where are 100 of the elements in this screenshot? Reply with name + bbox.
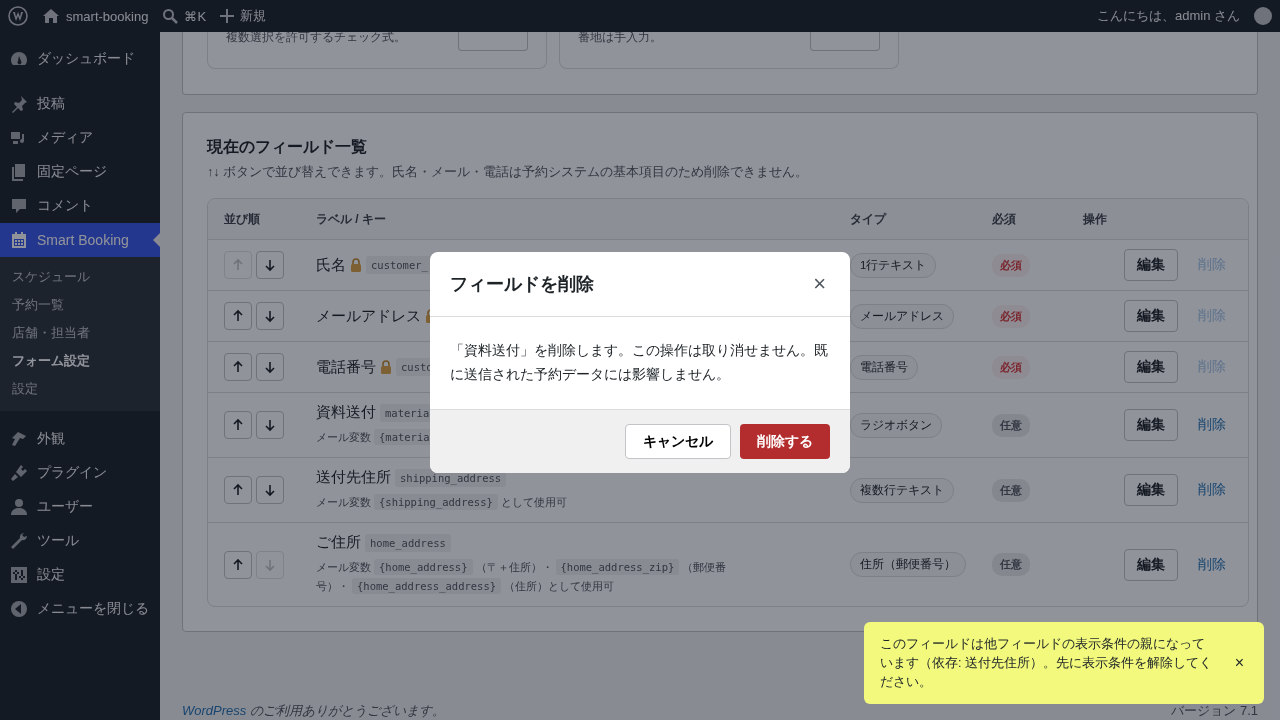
section-description: ↑↓ ボタンで並び替えできます。氏名・メール・電話は予約システムの基本項目のため削除できません。 <box>207 164 809 181</box>
sidebar-item[interactable]: 設定 <box>0 558 160 592</box>
field-key: home_address <box>365 533 451 552</box>
field-label: 氏名 <box>316 255 346 275</box>
column-header: 必須 <box>992 210 1017 228</box>
type-tag: メールアドレス <box>850 303 954 329</box>
version-text: バージョン 7.1 <box>1171 702 1258 720</box>
close-button[interactable]: × <box>809 271 830 297</box>
move-down-button[interactable] <box>256 411 284 439</box>
edit-button[interactable]: 編集 <box>1124 249 1178 281</box>
column-header: タイプ <box>850 210 888 228</box>
down-arrow-icon <box>263 418 277 432</box>
plus-icon <box>220 9 235 23</box>
section-title: 現在のフィールド一覧 <box>207 137 368 157</box>
move-up-button[interactable] <box>224 411 252 439</box>
up-arrow-icon <box>231 483 245 497</box>
wrench-icon <box>9 531 29 551</box>
avatar-icon[interactable] <box>1254 7 1272 25</box>
plug-icon <box>9 463 29 483</box>
sidebar-item[interactable]: ツール <box>0 524 160 558</box>
mail-variable-note: メール変数 {home_address} （〒＋住所）・ {home_address_zip} （郵便番号）・ {home_address_address} （住所）として使用可 <box>316 558 728 596</box>
up-arrow-icon <box>231 360 245 374</box>
edit-button[interactable]: 編集 <box>1124 548 1178 581</box>
sidebar-item[interactable]: 固定ページ <box>0 155 160 189</box>
delete-link[interactable]: 削除 <box>1198 481 1226 499</box>
move-up-button[interactable] <box>224 550 252 579</box>
cancel-button[interactable]: キャンセル <box>625 424 731 459</box>
submenu-item[interactable]: 設定 <box>0 375 160 403</box>
column-header: ラベル / キー <box>316 210 387 228</box>
field-label: 送付先住所 <box>316 468 391 487</box>
search-icon <box>162 8 179 24</box>
type-tag: 複数行テキスト <box>850 477 954 503</box>
delete-link[interactable]: 削除 <box>1198 555 1226 574</box>
sidebar-item[interactable]: 投稿 <box>0 87 160 121</box>
type-tag: 住所（郵便番号） <box>850 552 966 577</box>
edit-button[interactable]: 編集 <box>1124 300 1178 332</box>
confirm-delete-button[interactable]: 削除する <box>740 424 830 459</box>
up-arrow-icon <box>231 557 245 572</box>
submenu-item[interactable]: スケジュール <box>0 263 160 291</box>
down-arrow-icon <box>263 309 277 323</box>
sidebar-item[interactable]: 外観 <box>0 422 160 456</box>
move-down-button[interactable] <box>256 251 284 279</box>
down-arrow-icon <box>263 483 277 497</box>
brush-icon <box>9 429 29 449</box>
required-tag: 必須 <box>992 253 1030 277</box>
greeting[interactable]: こんにちは、admin さん <box>1096 7 1240 25</box>
field-label: ご住所 <box>316 533 361 552</box>
type-tag: 1行テキスト <box>850 252 937 278</box>
move-down-button[interactable] <box>256 353 284 381</box>
sidebar-item[interactable]: ユーザー <box>0 490 160 524</box>
submenu-item[interactable]: 店舗・担当者 <box>0 319 160 347</box>
required-tag: 必須 <box>992 355 1030 379</box>
sidebar-item[interactable]: コメント <box>0 189 160 223</box>
sidebar-item[interactable]: ダッシュボード <box>0 42 160 76</box>
column-header: 並び順 <box>224 210 261 228</box>
column-header: 操作 <box>1083 210 1107 228</box>
calendar-icon <box>9 230 29 250</box>
dialog-message: 「資料送付」を削除します。この操作は取り消せません。既に送信された予約データには影響しません。 <box>449 342 829 384</box>
down-arrow-icon <box>263 258 277 272</box>
wordpress-link[interactable]: WordPress <box>182 703 247 718</box>
type-tag: 電話番号 <box>850 354 918 380</box>
comment-icon <box>9 196 29 216</box>
toast-message: このフィールドは他フィールドの表示条件の親になっています（依存: 送付先住所）。先に表示条件を解除してください。 <box>880 635 1213 691</box>
wordpress-logo-icon[interactable] <box>8 6 28 26</box>
move-up-button[interactable] <box>224 302 252 330</box>
move-up-button[interactable] <box>224 353 252 381</box>
up-arrow-icon <box>231 418 245 432</box>
required-tag: 必須 <box>992 304 1030 328</box>
edit-button[interactable]: 編集 <box>1124 351 1178 383</box>
edit-button[interactable]: 編集 <box>1124 409 1178 441</box>
home-icon <box>42 8 60 24</box>
collapse-icon <box>9 599 29 619</box>
required-tag: 任意 <box>992 478 1030 502</box>
mail-variable-note: メール変数 {shipping_address} として使用可 <box>316 493 568 512</box>
submenu-item[interactable]: フォーム設定 <box>0 347 160 375</box>
sidebar-item[interactable]: メニューを閉じる <box>0 592 160 626</box>
down-arrow-icon <box>263 557 277 572</box>
move-up-button[interactable] <box>224 476 252 504</box>
up-arrow-icon <box>231 258 245 272</box>
close-button[interactable]: × <box>1230 654 1248 672</box>
delete-link[interactable]: 削除 <box>1198 416 1226 434</box>
sidebar-item[interactable]: Smart Booking <box>0 223 160 257</box>
field-label: 資料送付 <box>316 403 376 422</box>
new-button[interactable]: 新規 <box>220 7 267 25</box>
move-down-button[interactable] <box>256 302 284 330</box>
field-label: 電話番号 <box>316 357 376 377</box>
sidebar-item[interactable]: メディア <box>0 121 160 155</box>
move-down-button[interactable] <box>256 476 284 504</box>
search-button[interactable]: ⌘K <box>162 8 207 24</box>
field-label: メールアドレス <box>316 306 421 326</box>
footer-thanks: WordPress のご利用ありがとうございます。 <box>182 702 445 720</box>
dialog-title: フィールドを削除 <box>450 273 594 296</box>
user-icon <box>9 497 29 517</box>
type-tag: ラジオボタン <box>850 412 942 438</box>
down-arrow-icon <box>263 360 277 374</box>
sidebar-item[interactable]: プラグイン <box>0 456 160 490</box>
edit-button[interactable]: 編集 <box>1124 474 1178 506</box>
required-tag: 任意 <box>992 553 1030 576</box>
sliders-icon <box>9 565 29 585</box>
site-link[interactable]: smart-booking <box>42 8 149 24</box>
